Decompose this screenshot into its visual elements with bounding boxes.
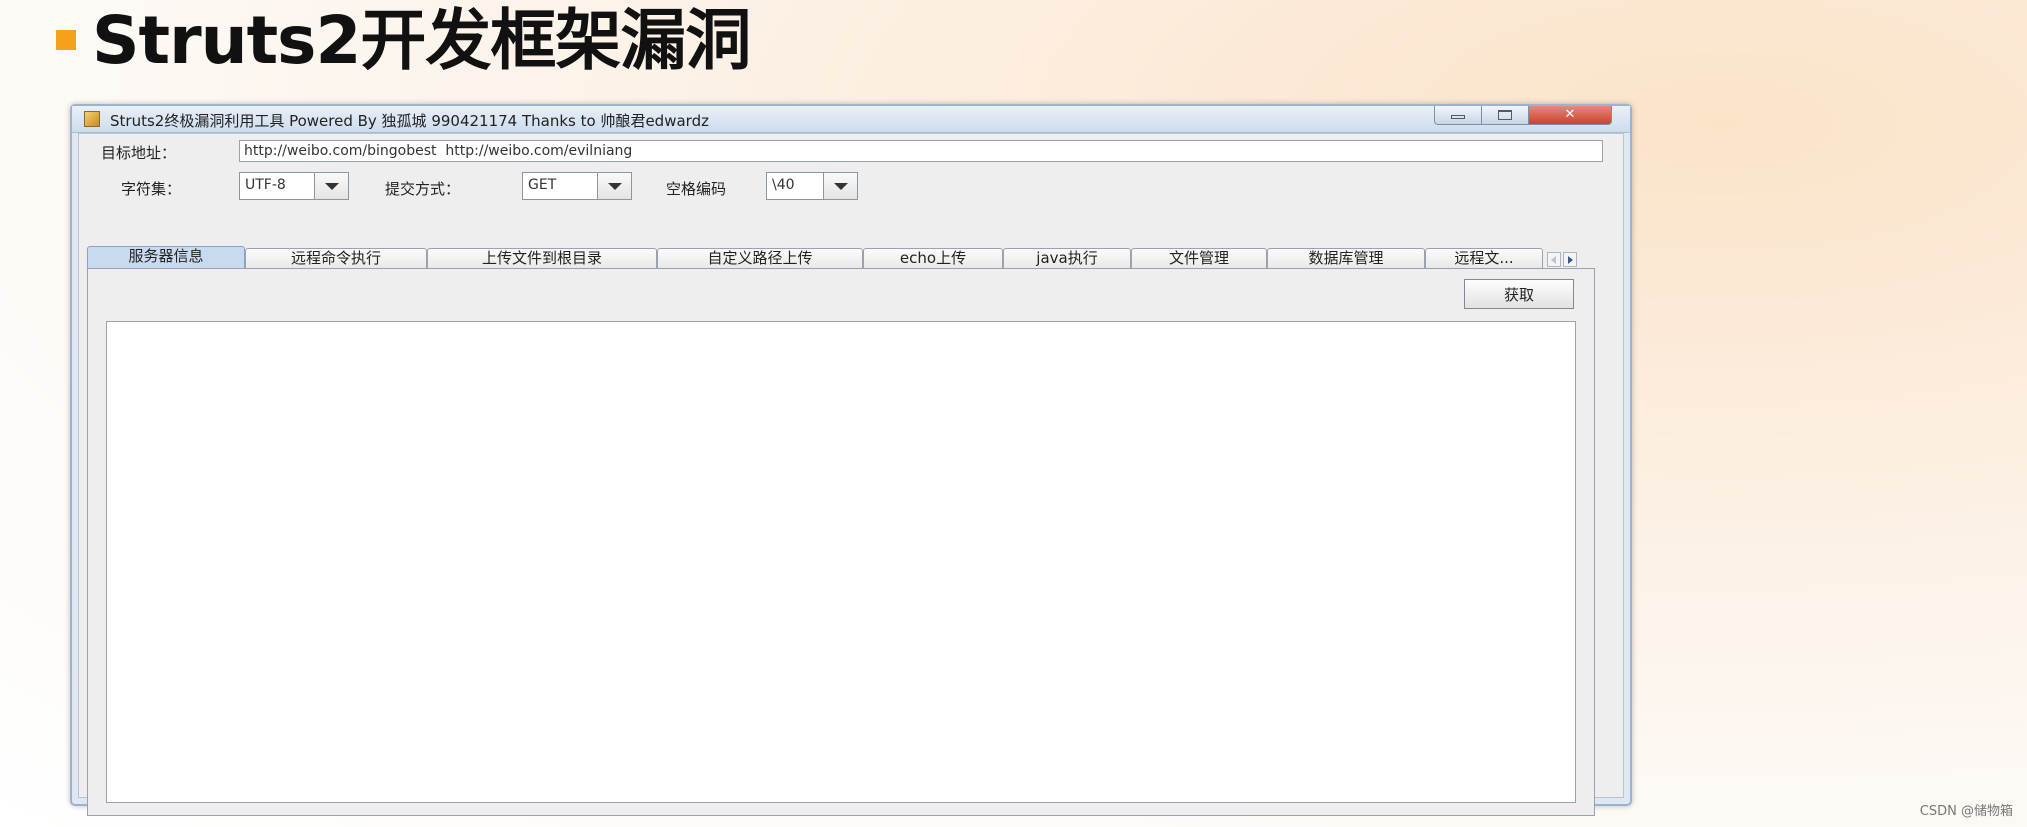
tab-strip: 服务器信息 远程命令执行 上传文件到根目录 自定义路径上传 echo上传 jav…	[87, 246, 1611, 270]
tab-echo-upload[interactable]: echo上传	[863, 248, 1003, 269]
window-titlebar[interactable]: Struts2终极漏洞利用工具 Powered By 独孤城 990421174…	[72, 106, 1630, 133]
output-textarea[interactable]	[106, 321, 1576, 803]
tab-upload-root[interactable]: 上传文件到根目录	[427, 248, 657, 269]
chevron-down-icon[interactable]	[314, 173, 348, 199]
tab-remote-command[interactable]: 远程命令执行	[245, 248, 427, 269]
tab-scroll-left-icon[interactable]	[1547, 252, 1561, 267]
chevron-down-icon[interactable]	[597, 173, 631, 199]
space-encoding-select[interactable]: \40	[766, 172, 858, 200]
tab-database-manager[interactable]: 数据库管理	[1267, 248, 1425, 269]
space-encoding-value: \40	[772, 177, 795, 193]
window-title: Struts2终极漏洞利用工具 Powered By 独孤城 990421174…	[110, 112, 709, 130]
window-client-area: 目标地址： 字符集： UTF-8 提交方式： GET 空格编码 \40 服务器信…	[78, 133, 1624, 816]
charset-select[interactable]: UTF-8	[239, 172, 349, 200]
chevron-down-icon[interactable]	[823, 173, 857, 199]
minimize-button[interactable]	[1434, 106, 1482, 125]
submit-method-select[interactable]: GET	[522, 172, 632, 200]
server-info-panel: 获取	[87, 268, 1595, 816]
tab-remote-file[interactable]: 远程文...	[1425, 248, 1543, 269]
tab-file-manager[interactable]: 文件管理	[1131, 248, 1267, 269]
app-window: Struts2终极漏洞利用工具 Powered By 独孤城 990421174…	[70, 104, 1632, 816]
tab-java-exec[interactable]: java执行	[1003, 248, 1131, 269]
tab-server-info[interactable]: 服务器信息	[87, 246, 245, 270]
tab-scroll-right-icon[interactable]	[1563, 252, 1577, 267]
target-address-input[interactable]	[239, 140, 1603, 162]
charset-value: UTF-8	[245, 177, 286, 193]
submit-method-value: GET	[528, 177, 557, 193]
slide-bullet	[56, 30, 76, 50]
slide-title: Struts2开发框架漏洞	[92, 2, 751, 79]
close-icon: ✕	[1564, 107, 1576, 122]
maximize-icon	[1498, 110, 1512, 120]
maximize-button[interactable]	[1481, 106, 1529, 125]
submit-method-label: 提交方式：	[385, 180, 461, 198]
minimize-icon	[1451, 115, 1465, 119]
csdn-watermark: CSDN @储物箱	[1919, 804, 2013, 819]
java-app-icon	[84, 111, 100, 127]
tab-custom-path-upload[interactable]: 自定义路径上传	[657, 248, 863, 269]
charset-label: 字符集：	[121, 180, 182, 198]
close-button[interactable]: ✕	[1528, 106, 1612, 125]
target-address-label: 目标地址：	[101, 144, 177, 162]
fetch-button[interactable]: 获取	[1464, 279, 1574, 309]
space-encoding-label: 空格编码	[666, 180, 727, 198]
